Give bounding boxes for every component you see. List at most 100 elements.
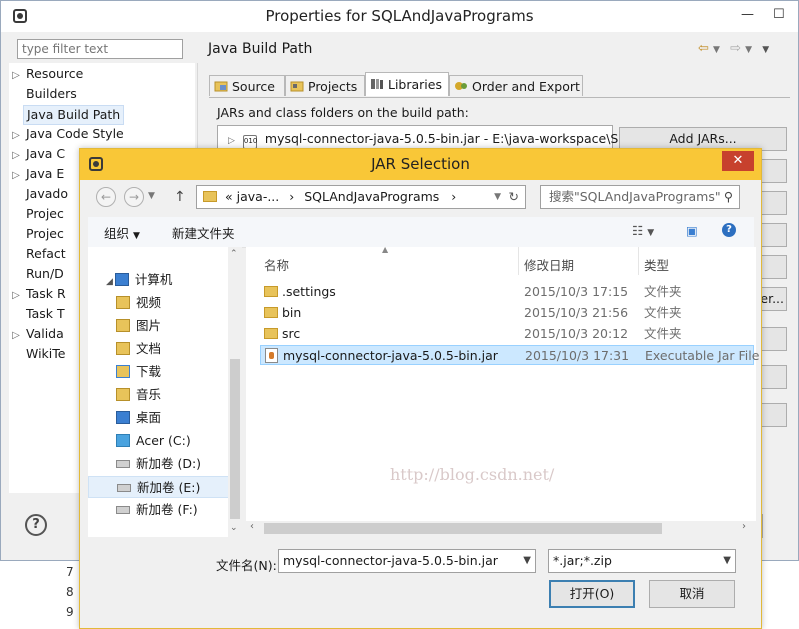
tree-item-java-compiler[interactable]: ▷ Java C (9, 145, 68, 163)
breadcrumb[interactable]: « java-... › SQLAndJavaPrograms › ▼ ↻ (196, 185, 526, 209)
nav-scrollbar-thumb[interactable] (230, 359, 240, 519)
table-row[interactable]: bin 2015/10/3 21:56 文件夹 (260, 303, 754, 323)
windows-drive-icon (116, 434, 130, 447)
tab-projects[interactable]: Projects (285, 75, 365, 96)
tab-libraries[interactable]: Libraries (365, 72, 449, 96)
tree-item-refactoring[interactable]: Refact (9, 245, 69, 263)
help-icon[interactable]: ? (722, 223, 736, 237)
tree-item-project-references[interactable]: Projec (9, 225, 67, 243)
chevron-down-icon[interactable]: ▼ (723, 550, 731, 572)
tree-item-java-editor[interactable]: ▷ Java E (9, 165, 67, 183)
cancel-button[interactable]: 取消 (649, 580, 735, 608)
scroll-up-icon[interactable]: ⌃ (230, 249, 238, 259)
organize-menu[interactable]: 组织 ▼ (104, 223, 140, 242)
pictures-folder-icon (116, 319, 130, 332)
line-number: 9 (66, 605, 74, 619)
chevron-down-icon[interactable]: ▼ (148, 191, 155, 201)
column-divider[interactable] (638, 247, 639, 275)
downloads-folder-icon (116, 365, 130, 378)
chevron-down-icon[interactable]: ▼ (713, 45, 720, 55)
refresh-icon[interactable]: ↻ (509, 186, 519, 208)
view-options-icon[interactable]: ☷ ▼ (632, 223, 654, 238)
expand-arrow-icon[interactable]: ▷ (9, 147, 23, 165)
tree-item-javadoc[interactable]: Javado (9, 185, 71, 203)
preview-pane-icon[interactable]: ▣ (686, 223, 698, 238)
table-row[interactable]: .settings 2015/10/3 17:15 文件夹 (260, 282, 754, 302)
tree-item-validation[interactable]: ▷ Valida (9, 325, 67, 343)
column-header-name[interactable]: 名称 (264, 255, 289, 274)
help-icon[interactable]: ? (25, 514, 47, 536)
expand-arrow-icon[interactable]: ▷ (9, 167, 23, 185)
table-row[interactable]: src 2015/10/3 20:12 文件夹 (260, 324, 754, 344)
filetype-select[interactable]: *.jar;*.zip ▼ (548, 549, 736, 573)
expand-arrow-icon[interactable]: ▷ (9, 327, 23, 345)
explorer-toolbar: 组织 ▼ 新建文件夹 ☷ ▼ ▣ ? (88, 217, 754, 248)
tree-item-run-debug[interactable]: Run/D (9, 265, 67, 283)
filename-input[interactable]: mysql-connector-java-5.0.5-bin.jar ▼ (278, 549, 536, 573)
folder-icon (264, 286, 278, 297)
folder-icon (264, 328, 278, 339)
tree-item-task-repository[interactable]: ▷ Task R (9, 285, 69, 303)
search-input[interactable]: 搜索"SQLAndJavaPrograms" ⚲ (540, 185, 740, 209)
folder-icon (203, 191, 217, 202)
tree-item-project-facets[interactable]: Projec (9, 205, 67, 223)
back-arrow-icon[interactable]: ← (96, 187, 116, 207)
nav-item-computer[interactable]: ◢ 计算机 (106, 269, 244, 291)
expand-arrow-icon[interactable]: ▷ (9, 287, 23, 305)
documents-folder-icon (116, 342, 130, 355)
filter-input[interactable] (17, 39, 183, 59)
new-folder-button[interactable]: 新建文件夹 (172, 223, 235, 242)
tree-item-java-build-path[interactable]: Java Build Path (9, 105, 125, 125)
chevron-down-icon: ▼ (133, 231, 140, 241)
expand-arrow-icon[interactable]: ▷ (9, 67, 23, 85)
tree-item-task-tags[interactable]: Task T (9, 305, 68, 323)
jars-label: JARs and class folders on the build path… (217, 105, 469, 120)
scroll-down-icon[interactable]: ⌄ (230, 523, 238, 533)
tree-item-java-code-style[interactable]: ▷ Java Code Style (9, 125, 127, 143)
dialog-title: JAR Selection (371, 155, 470, 173)
source-folder-icon (214, 81, 228, 92)
column-header-modified[interactable]: 修改日期 (524, 255, 574, 274)
breadcrumb-segment[interactable]: java-... (237, 189, 280, 204)
back-arrow-icon[interactable]: ⇦ (698, 41, 709, 56)
tab-source[interactable]: Source (209, 75, 285, 96)
column-header-type[interactable]: 类型 (644, 255, 669, 274)
history-nav: ⇦ ▼ ⇨ ▼ ▼ (698, 41, 769, 56)
tree-item-builders[interactable]: Builders (9, 85, 80, 103)
scroll-right-icon[interactable]: › (742, 521, 746, 532)
line-number: 7 (66, 565, 74, 579)
breadcrumb-segment[interactable]: SQLAndJavaPrograms (304, 189, 439, 204)
desktop-folder-icon (116, 411, 130, 424)
minimize-icon[interactable]: — (741, 7, 755, 22)
expand-arrow-icon[interactable]: ▷ (9, 127, 23, 145)
line-number: 8 (66, 585, 74, 599)
open-button[interactable]: 打开(O) (549, 580, 635, 608)
tree-item-resource[interactable]: ▷ Resource (9, 65, 86, 83)
list-item[interactable]: ▷ 010 mysql-connector-java-5.0.5-bin.jar… (228, 131, 644, 149)
table-row[interactable]: mysql-connector-java-5.0.5-bin.jar 2015/1… (260, 345, 759, 365)
maximize-icon[interactable]: ☐ (773, 7, 787, 22)
scroll-left-icon[interactable]: ‹ (250, 521, 254, 532)
column-divider[interactable] (518, 247, 519, 275)
chevron-down-icon[interactable]: ▼ (494, 186, 501, 208)
tab-order-and-export[interactable]: Order and Export (449, 75, 583, 96)
collapse-arrow-icon[interactable]: ◢ (106, 277, 113, 287)
file-list: ▲ 名称 修改日期 类型 .settings 2015/10/3 17:15 文件夹… (246, 245, 759, 537)
up-arrow-icon[interactable]: ↑ (174, 189, 186, 205)
forward-arrow-icon[interactable]: ⇨ (730, 41, 741, 56)
jar-file-icon (265, 348, 278, 363)
view-menu-icon[interactable]: ▼ (762, 45, 769, 55)
expand-arrow-icon[interactable]: ▷ (228, 136, 235, 146)
forward-arrow-icon[interactable]: → (124, 187, 144, 207)
nav-item-drive-e[interactable]: 新加卷 (E:) (88, 476, 232, 498)
chevron-down-icon[interactable]: ▼ (745, 45, 752, 55)
editor-background: 7 8 9 (0, 561, 80, 629)
dialog-title-bar: JAR Selection ✕ (80, 149, 761, 180)
search-icon[interactable]: ⚲ (724, 186, 733, 208)
tree-item-wikitext[interactable]: WikiTe (9, 345, 68, 363)
computer-icon (114, 273, 129, 286)
horizontal-scrollbar-thumb[interactable] (264, 523, 662, 534)
chevron-down-icon[interactable]: ▼ (523, 550, 531, 572)
filename-label: 文件名(N): (216, 558, 277, 573)
close-icon[interactable]: ✕ (722, 151, 754, 171)
